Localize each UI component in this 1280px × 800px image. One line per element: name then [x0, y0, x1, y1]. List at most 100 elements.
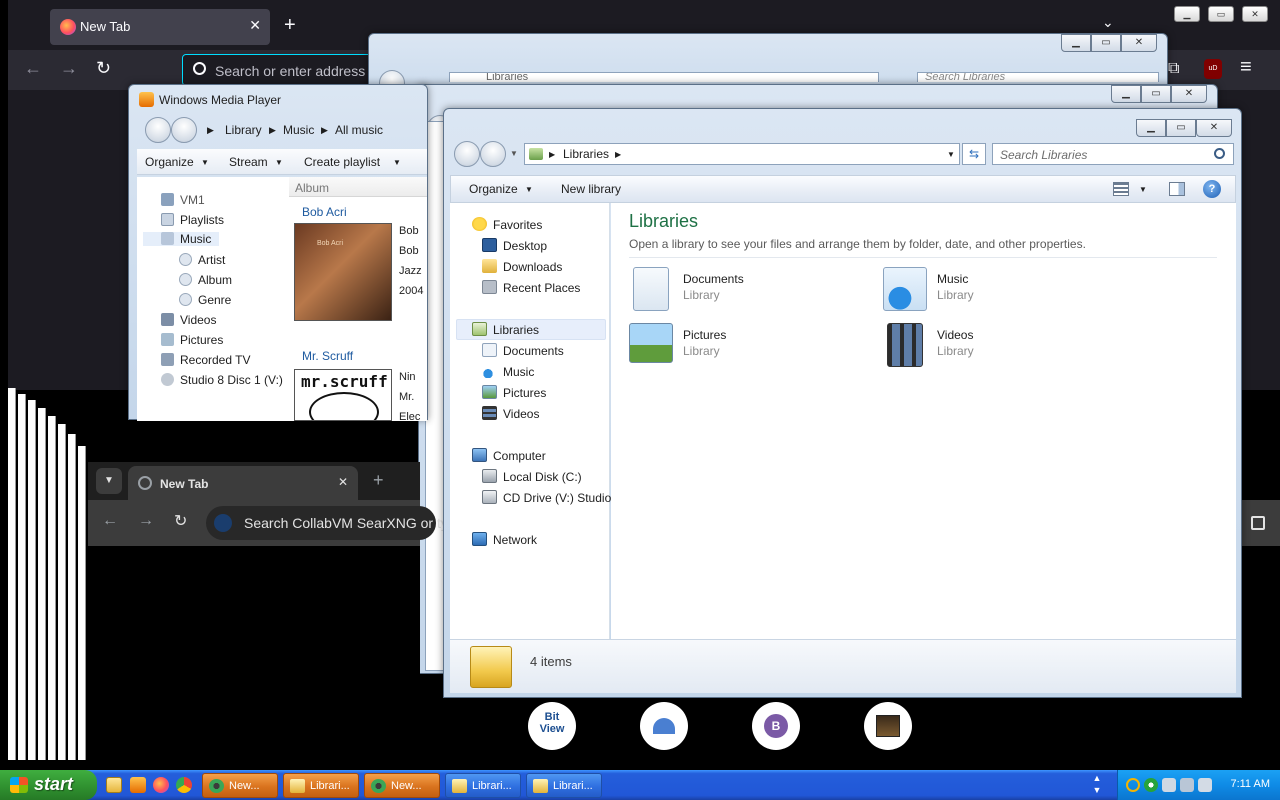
nav-videos[interactable]: Videos [482, 406, 539, 421]
tree-item-videos[interactable]: Videos [161, 313, 216, 327]
breadcrumb-library[interactable]: Library [225, 123, 262, 137]
taskbar-button-new-tab-2[interactable]: New... [364, 773, 440, 798]
start-button[interactable]: start [0, 770, 97, 800]
nav-music[interactable]: Music [482, 364, 534, 379]
taskbar-button-new-tab-1[interactable]: New... [202, 773, 278, 798]
tree-item-vm1[interactable]: VM1 [161, 193, 205, 207]
bitview-shortcut[interactable]: Bit View [528, 702, 576, 750]
url-bar[interactable]: Search or enter address [182, 54, 382, 86]
chrome-quicklaunch-icon[interactable] [176, 777, 192, 793]
back-icon[interactable]: ← [24, 58, 42, 79]
tab-close-icon[interactable]: ✕ [249, 17, 261, 34]
nav-favorites[interactable]: Favorites [472, 217, 542, 232]
network-tray-icon[interactable] [1180, 778, 1194, 792]
back-orb-icon[interactable] [454, 141, 480, 167]
tab-search-icon[interactable]: ▼ [96, 468, 122, 494]
nav-pictures[interactable]: Pictures [482, 385, 546, 400]
tab-close-icon[interactable]: ✕ [338, 475, 348, 489]
tree-item-studio-disc[interactable]: Studio 8 Disc 1 (V:) [161, 373, 283, 387]
firefox-quicklaunch-icon[interactable] [153, 777, 169, 793]
library-music[interactable]: Music Library [883, 267, 1103, 317]
forward-orb-icon[interactable] [480, 141, 506, 167]
nav-documents[interactable]: Documents [482, 343, 564, 358]
taskbar-button-libraries-3[interactable]: Librari... [526, 773, 602, 798]
reload-icon[interactable]: ↻ [96, 58, 111, 79]
forward-icon[interactable]: → [138, 512, 154, 530]
column-header-album[interactable]: Album [289, 177, 427, 197]
maximize-button[interactable]: ▭ [1166, 119, 1196, 137]
close-button[interactable]: ✕ [1196, 119, 1232, 137]
forward-icon[interactable]: → [60, 58, 78, 79]
libraries-explorer-window[interactable]: ▁ ▭ ✕ ▼ ▶ Libraries ▶ ▼ ⇆ Search Librari… [443, 108, 1242, 698]
breadcrumb-music[interactable]: Music [283, 123, 314, 137]
nav-desktop[interactable]: Desktop [482, 238, 547, 253]
nav-computer[interactable]: Computer [472, 448, 546, 463]
tree-item-genre[interactable]: Genre [179, 293, 231, 307]
tree-item-artist[interactable]: Artist [179, 253, 225, 267]
maximize-button[interactable]: ▭ [1091, 34, 1121, 52]
nav-local-disk[interactable]: Local Disk (C:) [482, 469, 582, 484]
help-icon[interactable]: ? [1203, 180, 1221, 198]
search-icon[interactable] [1214, 148, 1225, 159]
shortcut-3[interactable]: B [752, 702, 800, 750]
change-view-icon[interactable] [1113, 182, 1129, 196]
ublock-icon[interactable]: uD [1204, 59, 1222, 79]
shortcut-4[interactable] [864, 702, 912, 750]
organize-menu[interactable]: Organize [469, 182, 518, 196]
search-box[interactable]: Search Libraries [992, 143, 1234, 165]
chrome-window[interactable]: ▼ New Tab ✕ + ← → ↻ Search CollabVM Sear… [88, 462, 507, 768]
omnibox[interactable]: Search CollabVM SearXNG or type a URL [206, 506, 507, 540]
nav-cd-drive[interactable]: CD Drive (V:) Studio [482, 490, 611, 505]
close-button[interactable]: ✕ [1121, 34, 1157, 52]
tree-item-pictures[interactable]: Pictures [161, 333, 223, 347]
create-playlist-menu[interactable]: Create playlist [304, 155, 380, 169]
extensions-icon[interactable]: ⧉ [1168, 60, 1179, 78]
side-panel-icon[interactable] [1251, 516, 1265, 530]
explorer-quicklaunch-icon[interactable] [106, 777, 122, 793]
status-tray-icon[interactable] [1144, 778, 1158, 792]
list-tabs-icon[interactable]: ⌄ [1102, 14, 1114, 31]
taskbar-button-libraries-1[interactable]: Librari... [283, 773, 359, 798]
tree-item-recorded-tv[interactable]: Recorded TV [161, 353, 250, 367]
shortcut-2[interactable] [640, 702, 688, 750]
recent-pages-icon[interactable]: ▼ [510, 149, 518, 158]
new-library-button[interactable]: New library [561, 182, 621, 196]
nav-recent-places[interactable]: Recent Places [482, 280, 580, 295]
nav-libraries[interactable]: Libraries [472, 322, 539, 337]
search-tray-icon[interactable] [1126, 778, 1140, 792]
tree-item-playlists[interactable]: Playlists [161, 213, 224, 227]
back-icon[interactable]: ← [102, 512, 118, 530]
preview-pane-icon[interactable] [1169, 182, 1185, 196]
minimize-button[interactable]: ▁ [1136, 119, 1166, 137]
library-pictures[interactable]: Pictures Library [629, 323, 849, 373]
reload-icon[interactable]: ↻ [174, 511, 187, 531]
new-tab-button[interactable]: + [373, 470, 384, 491]
maximize-button[interactable]: ▭ [1208, 6, 1234, 22]
organize-menu[interactable]: Organize [145, 155, 194, 169]
album-cover[interactable]: Bob Acri [294, 223, 392, 321]
tree-item-album[interactable]: Album [179, 273, 232, 287]
chevron-right-icon[interactable]: ▶ [615, 150, 621, 159]
menu-icon[interactable]: ≡ [1240, 56, 1252, 79]
tree-item-music[interactable]: Music [143, 232, 219, 246]
library-documents[interactable]: Documents Library [629, 267, 849, 317]
volume-tray-icon[interactable] [1198, 778, 1212, 792]
stream-menu[interactable]: Stream [229, 155, 268, 169]
forward-orb-icon[interactable] [171, 117, 197, 143]
taskbar-button-libraries-2[interactable]: Librari... [445, 773, 521, 798]
chevron-down-icon[interactable]: ▼ [1139, 185, 1147, 194]
close-button[interactable]: ✕ [1242, 6, 1268, 22]
minimize-button[interactable]: ▁ [1174, 6, 1200, 22]
chrome-tab[interactable]: New Tab ✕ [128, 466, 358, 500]
breadcrumb-all-music[interactable]: All music [335, 123, 383, 137]
chevron-down-icon[interactable]: ▼ [947, 150, 955, 159]
taskbar-scroll-arrows[interactable]: ▲ ▼ [1090, 772, 1104, 798]
nav-downloads[interactable]: Downloads [482, 259, 562, 274]
close-button[interactable]: ✕ [1171, 85, 1207, 103]
media-player-window[interactable]: Windows Media Player ▶ Library ▶ Music ▶… [128, 84, 428, 423]
library-videos[interactable]: Videos Library [883, 323, 1103, 373]
flag-tray-icon[interactable] [1162, 778, 1176, 792]
new-tab-button[interactable]: + [284, 14, 296, 37]
back-orb-icon[interactable] [145, 117, 171, 143]
minimize-button[interactable]: ▁ [1061, 34, 1091, 52]
